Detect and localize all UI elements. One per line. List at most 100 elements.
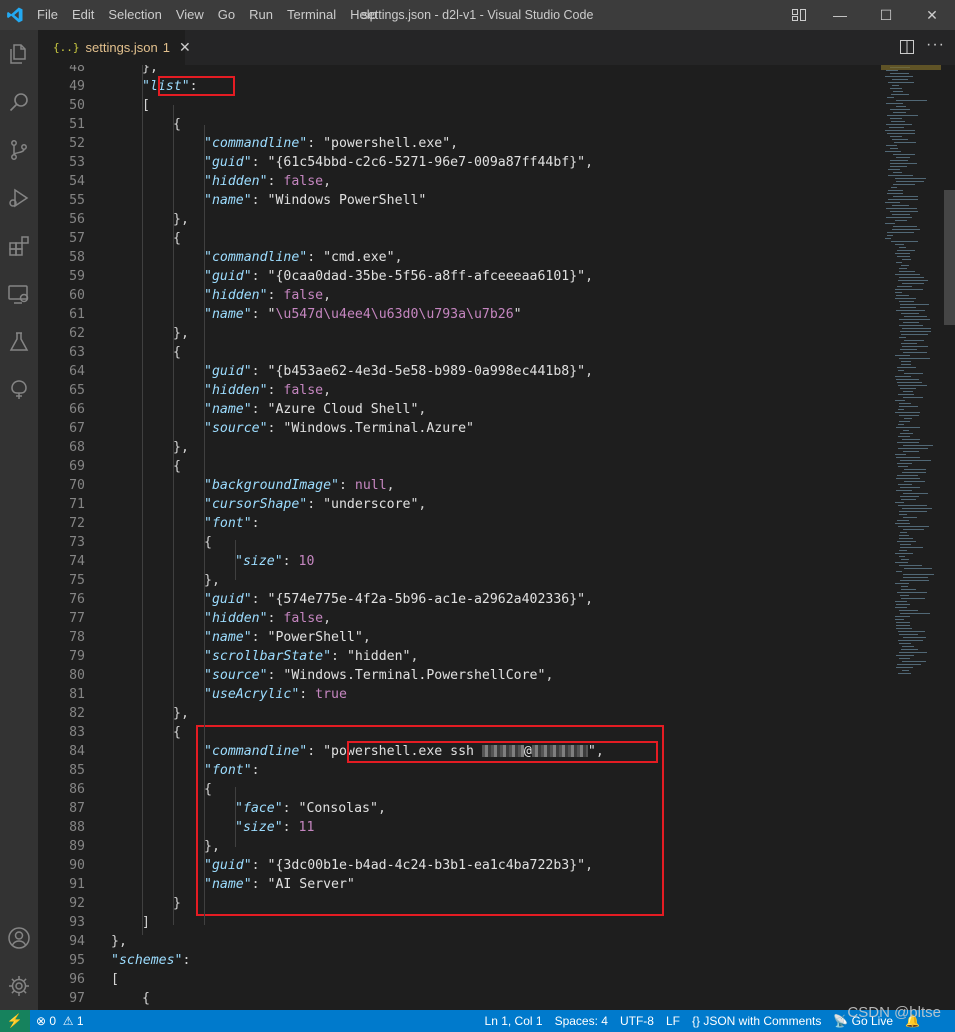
close-window-button[interactable]: ✕: [909, 0, 955, 30]
code-line[interactable]: [: [111, 970, 119, 989]
manage-gear-icon[interactable]: [0, 966, 38, 1006]
code-line[interactable]: "commandline": "powershell.exe",: [204, 134, 458, 153]
code-line[interactable]: "name": "Windows PowerShell": [204, 191, 426, 210]
minimap-line: [903, 391, 913, 392]
minimap-line: [896, 571, 902, 572]
menu-run[interactable]: Run: [242, 0, 280, 30]
minimap-line: [887, 115, 918, 116]
source-control-icon[interactable]: [0, 130, 38, 170]
split-editor-icon[interactable]: [899, 39, 915, 55]
minimap-line: [902, 508, 932, 509]
code-line[interactable]: "scrollbarState": "hidden",: [204, 647, 418, 666]
search-icon[interactable]: [0, 82, 38, 122]
code-editor[interactable]: 48 49 50 51 52 53 54 55 56 57 58 59 60 61 62 63 64 65 66 67…: [38, 65, 955, 1010]
code-line[interactable]: {: [173, 723, 181, 742]
customize-layout-icon[interactable]: [791, 7, 807, 23]
code-line[interactable]: "hidden": false,: [204, 286, 331, 305]
language-mode[interactable]: {} JSON with Comments: [686, 1010, 827, 1032]
code-line[interactable]: "useAcrylic": true: [204, 685, 347, 704]
maximize-button[interactable]: ☐: [863, 0, 909, 30]
code-token: },: [111, 934, 127, 949]
menu-selection[interactable]: Selection: [101, 0, 168, 30]
code-line[interactable]: {: [173, 115, 181, 134]
code-line[interactable]: "name": "\u547d\u4ee4\u63d0\u793a\u7b26": [204, 305, 522, 324]
code-token: ,: [585, 269, 594, 284]
code-line[interactable]: "guid": "{b453ae62-4e3d-5e58-b989-0a998e…: [204, 362, 593, 381]
minimap-line: [895, 298, 916, 299]
code-token: "backgroundImage": [204, 478, 339, 493]
code-line[interactable]: {: [173, 457, 181, 476]
indentation[interactable]: Spaces: 4: [549, 1010, 614, 1032]
minimap-line: [896, 262, 902, 263]
code-line[interactable]: "font":: [204, 514, 260, 533]
code-line[interactable]: {: [173, 229, 181, 248]
minimap-line: [897, 367, 916, 368]
minimap-line: [901, 343, 917, 344]
minimap-line: [895, 178, 926, 179]
problems-indicator[interactable]: ⊗ 0 ⚠ 1: [30, 1010, 90, 1032]
close-tab-icon[interactable]: ✕: [179, 39, 191, 56]
file-encoding[interactable]: UTF-8: [614, 1010, 660, 1032]
menu-terminal[interactable]: Terminal: [280, 0, 343, 30]
code-line[interactable]: "guid": "{574e775e-4f2a-5b96-ac1e-a2962a…: [204, 590, 593, 609]
menu-go[interactable]: Go: [211, 0, 242, 30]
scrollbar-thumb[interactable]: [944, 190, 955, 325]
code-line[interactable]: {: [173, 343, 181, 362]
more-actions-icon[interactable]: ···: [926, 36, 945, 54]
code-line[interactable]: },: [173, 438, 189, 457]
code-token: "hidden": [204, 174, 268, 189]
code-line[interactable]: },: [173, 210, 189, 229]
extensions-icon[interactable]: [0, 226, 38, 266]
minimap-line: [899, 514, 907, 515]
code-line[interactable]: },: [173, 324, 189, 343]
code-line[interactable]: {: [142, 989, 150, 1008]
code-line[interactable]: "hidden": false,: [204, 172, 331, 191]
testing-icon[interactable]: [0, 322, 38, 362]
menu-view[interactable]: View: [169, 0, 211, 30]
minimap-line: [887, 232, 914, 233]
remote-explorer-icon[interactable]: [0, 274, 38, 314]
code-line[interactable]: "hidden": false,: [204, 381, 331, 400]
code-line[interactable]: "guid": "{61c54bbd-c2c6-5271-96e7-009a87…: [204, 153, 593, 172]
end-of-line[interactable]: LF: [660, 1010, 686, 1032]
code-token: ": [513, 307, 522, 322]
cursor-position[interactable]: Ln 1, Col 1: [479, 1010, 549, 1032]
code-line[interactable]: "commandline": "cmd.exe",: [204, 248, 403, 267]
minimap-line: [890, 166, 907, 167]
code-token: "name": [204, 193, 252, 208]
accounts-icon[interactable]: [0, 918, 38, 958]
code-line[interactable]: },: [204, 571, 220, 590]
minimap-line: [899, 325, 923, 326]
line-number: 96: [69, 972, 85, 987]
code-line[interactable]: "hidden": false,: [204, 609, 331, 628]
tab-settings-json[interactable]: {..} settings.json 1 ✕: [38, 30, 191, 65]
menu-edit[interactable]: Edit: [65, 0, 101, 30]
code-line[interactable]: },: [111, 932, 127, 951]
code-line[interactable]: "schemes":: [111, 951, 190, 970]
code-line[interactable]: "name": "Azure Cloud Shell",: [204, 400, 426, 419]
menu-help[interactable]: Help: [343, 0, 384, 30]
azure-icon[interactable]: [0, 370, 38, 410]
code-line[interactable]: "source": "Windows.Terminal.Azure": [204, 419, 474, 438]
code-line[interactable]: "backgroundImage": null,: [204, 476, 395, 495]
run-debug-icon[interactable]: [0, 178, 38, 218]
code-line[interactable]: [: [142, 96, 150, 115]
code-line[interactable]: "guid": "{0caa0dad-35be-5f56-a8ff-afceee…: [204, 267, 593, 286]
explorer-icon[interactable]: [0, 34, 38, 74]
tab-filename: settings.json: [85, 40, 158, 55]
code-line[interactable]: "name": "PowerShell",: [204, 628, 371, 647]
minimap[interactable]: [881, 65, 941, 1010]
json-braces-icon: {}: [691, 1014, 704, 1028]
code-line[interactable]: "source": "Windows.Terminal.PowershellCo…: [204, 666, 553, 685]
remote-indicator-icon[interactable]: ⚡: [0, 1010, 30, 1032]
code-line[interactable]: },: [173, 704, 189, 723]
vertical-scrollbar[interactable]: [941, 65, 955, 1010]
code-line[interactable]: ]: [142, 913, 150, 932]
code-line[interactable]: "size": 10: [235, 552, 314, 571]
code-line[interactable]: }: [173, 894, 181, 913]
menu-file[interactable]: File: [30, 0, 65, 30]
code-line[interactable]: },: [142, 65, 158, 77]
code-line[interactable]: "cursorShape": "underscore",: [204, 495, 426, 514]
code-line[interactable]: {: [204, 533, 212, 552]
minimize-button[interactable]: —: [817, 0, 863, 30]
